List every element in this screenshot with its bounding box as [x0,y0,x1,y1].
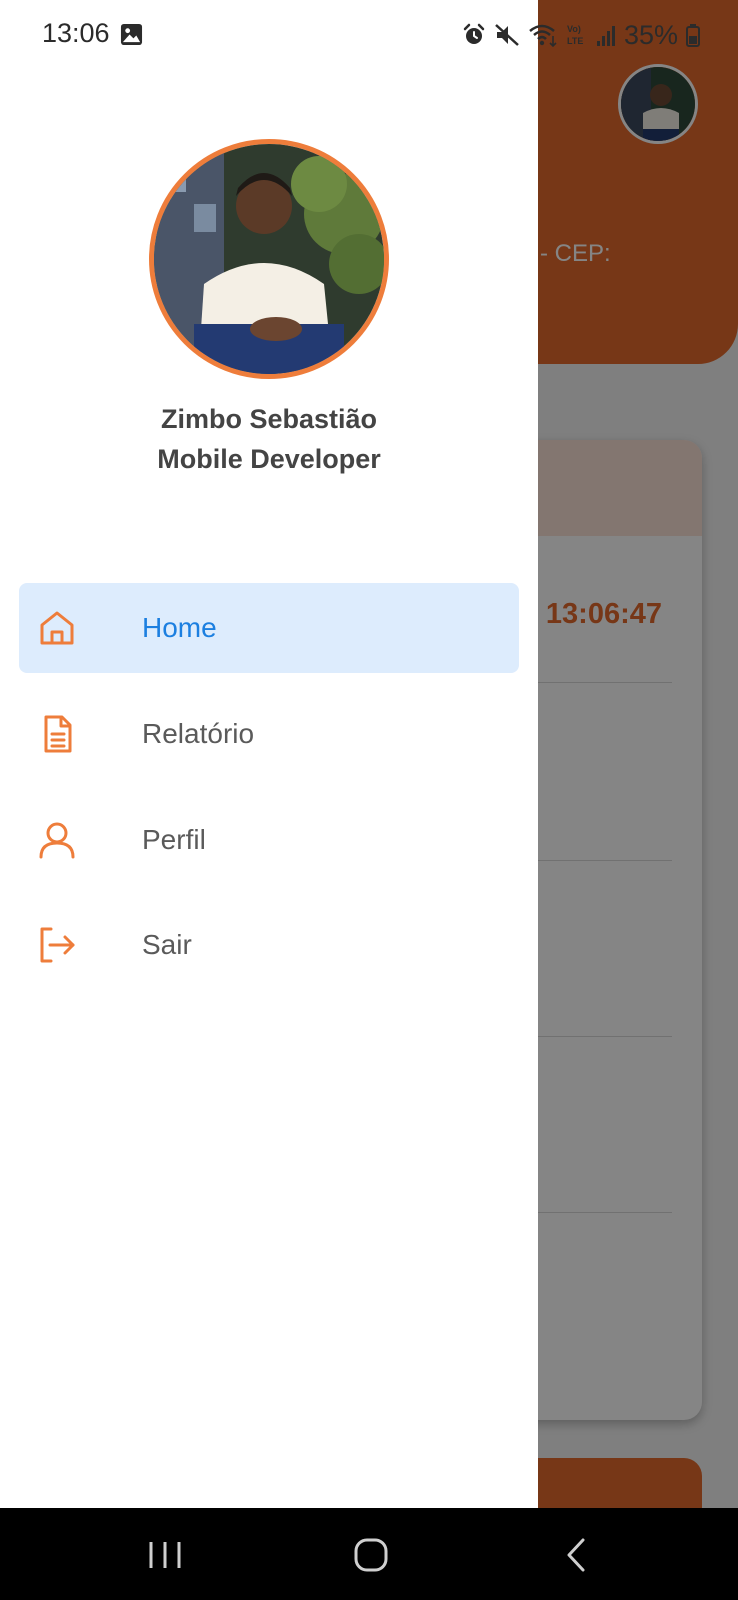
menu-item-label: Perfil [142,824,206,855]
volte-icon: Vo) LTE [567,24,583,46]
profile-role: Mobile Developer [157,444,381,474]
menu-item-label: Relatório [142,718,255,749]
menu-item-label: Home [142,612,217,643]
status-icons: Vo) LTE 35% [462,18,701,52]
svg-text:LTE: LTE [567,36,583,46]
signal-icon [597,26,615,46]
mute-icon [495,24,519,46]
status-bar: 13:06 Vo) LTE 35% [0,0,738,70]
battery-percentage: 35% [624,19,679,50]
status-time: 13:06 [42,18,110,48]
logout-icon [40,927,75,963]
battery-icon [686,24,701,47]
recents-icon[interactable] [140,1530,190,1580]
menu-item-perfil[interactable]: Perfil [19,795,519,885]
menu-item-sair[interactable]: Sair [19,900,519,990]
system-navigation-bar [0,1508,738,1600]
profile-avatar [149,139,389,379]
home-circle-icon[interactable] [346,1530,396,1580]
profile-name: Zimbo Sebastião [160,404,378,434]
menu-item-relatorio[interactable]: Relatório [19,689,519,779]
menu-item-label: Sair [142,929,192,960]
svg-text:Vo): Vo) [567,24,581,34]
wifi-icon [529,24,557,48]
back-icon[interactable] [552,1530,602,1580]
home-icon [40,611,74,645]
alarm-icon [463,23,485,44]
navigation-drawer: Zimbo Sebastião Mobile Developer Home Re… [0,0,538,1508]
menu-item-home[interactable]: Home [19,583,519,673]
user-icon [39,822,75,859]
gallery-icon [120,23,143,46]
document-icon [44,715,72,753]
